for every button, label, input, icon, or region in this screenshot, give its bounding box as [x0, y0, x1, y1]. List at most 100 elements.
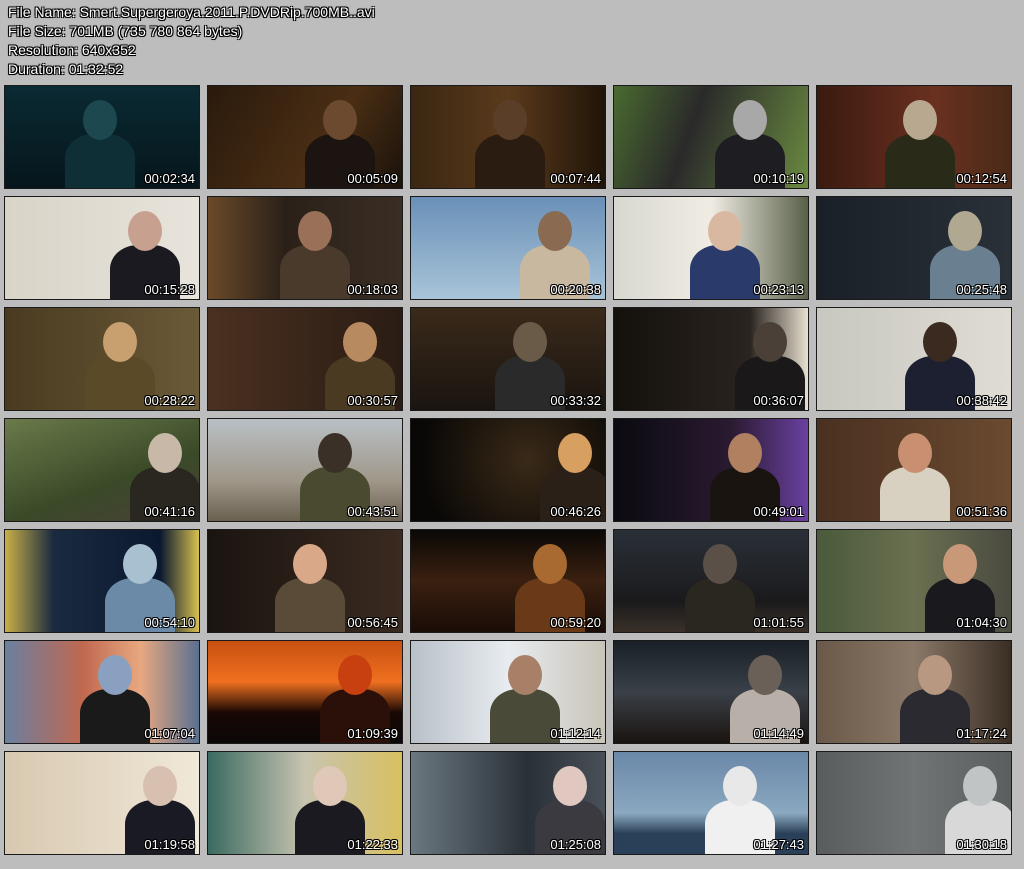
video-thumbnail: 01:22:33 [207, 751, 403, 855]
timestamp-label: 01:12:14 [550, 726, 601, 741]
thumbnail-head [128, 211, 162, 251]
timestamp-label: 00:28:22 [144, 393, 195, 408]
video-thumbnail: 01:12:14 [410, 640, 606, 744]
thumbnail-head [148, 433, 182, 473]
video-thumbnail: 01:30:18 [816, 751, 1012, 855]
thumbnail-head [753, 322, 787, 362]
thumbnail-head [343, 322, 377, 362]
timestamp-label: 01:22:33 [347, 837, 398, 852]
thumbnail-head [948, 211, 982, 251]
thumbnail-figure [685, 578, 755, 632]
video-thumbnail: 00:51:36 [816, 418, 1012, 522]
thumbnail-figure [280, 245, 350, 299]
timestamp-label: 00:18:03 [347, 282, 398, 297]
file-info-header: File Name: Smert.Supergeroya.2011.P.DVDR… [8, 3, 375, 79]
video-thumbnail: 00:18:03 [207, 196, 403, 300]
thumbnail-head [103, 322, 137, 362]
duration-label: Duration: 01:32:52 [8, 61, 124, 77]
video-thumbnail: 00:38:42 [816, 307, 1012, 411]
video-thumbnail: 00:30:57 [207, 307, 403, 411]
video-thumbnail: 01:27:43 [613, 751, 809, 855]
video-thumbnail: 00:23:13 [613, 196, 809, 300]
timestamp-label: 00:12:54 [956, 171, 1007, 186]
thumbnail-head [708, 211, 742, 251]
timestamp-label: 00:20:38 [550, 282, 601, 297]
timestamp-label: 01:19:58 [144, 837, 195, 852]
video-thumbnail: 00:59:20 [410, 529, 606, 633]
thumbnail-head [123, 544, 157, 584]
thumbnail-figure [885, 134, 955, 188]
timestamp-label: 00:54:10 [144, 615, 195, 630]
video-thumbnail: 01:17:24 [816, 640, 1012, 744]
thumbnail-figure [880, 467, 950, 521]
timestamp-label: 00:25:48 [956, 282, 1007, 297]
video-thumbnail: 00:33:32 [410, 307, 606, 411]
timestamp-label: 01:17:24 [956, 726, 1007, 741]
thumbnail-head [728, 433, 762, 473]
timestamp-label: 00:38:42 [956, 393, 1007, 408]
video-thumbnail: 00:20:38 [410, 196, 606, 300]
thumbnail-head [558, 433, 592, 473]
timestamp-label: 00:02:34 [144, 171, 195, 186]
thumbnail-grid: 00:02:34 00:05:09 00:07:44 00:10:19 00:12:54… [4, 85, 1016, 860]
timestamp-label: 01:25:08 [550, 837, 601, 852]
timestamp-label: 00:15:28 [144, 282, 195, 297]
thumbnail-head [533, 544, 567, 584]
resolution-label: Resolution: 640x352 [8, 42, 136, 58]
thumbnail-head [923, 322, 957, 362]
timestamp-label: 00:49:01 [753, 504, 804, 519]
video-thumbnail: 01:07:04 [4, 640, 200, 744]
video-thumbnail: 01:14:49 [613, 640, 809, 744]
timestamp-label: 00:30:57 [347, 393, 398, 408]
thumbnail-head [898, 433, 932, 473]
timestamp-label: 00:36:07 [753, 393, 804, 408]
video-thumbnail: 00:56:45 [207, 529, 403, 633]
thumbnail-figure [65, 134, 135, 188]
timestamp-label: 01:27:43 [753, 837, 804, 852]
thumbnail-head [943, 544, 977, 584]
video-thumbnail: 00:02:34 [4, 85, 200, 189]
video-thumbnail: 01:04:30 [816, 529, 1012, 633]
thumbnail-head [723, 766, 757, 806]
timestamp-label: 00:10:19 [753, 171, 804, 186]
thumbnail-head [98, 655, 132, 695]
thumbnail-figure [275, 578, 345, 632]
video-thumbnail: 01:09:39 [207, 640, 403, 744]
video-thumbnail: 00:25:48 [816, 196, 1012, 300]
thumbnail-figure [690, 245, 760, 299]
thumbnail-head [918, 655, 952, 695]
video-thumbnail: 01:19:58 [4, 751, 200, 855]
thumbnail-figure [475, 134, 545, 188]
thumbnail-head [703, 544, 737, 584]
thumbnail-head [553, 766, 587, 806]
timestamp-label: 00:33:32 [550, 393, 601, 408]
timestamp-label: 01:14:49 [753, 726, 804, 741]
video-thumbnail: 00:46:26 [410, 418, 606, 522]
thumbnail-head [493, 100, 527, 140]
timestamp-label: 00:56:45 [347, 615, 398, 630]
timestamp-label: 01:04:30 [956, 615, 1007, 630]
video-thumbnail: 01:01:55 [613, 529, 809, 633]
timestamp-label: 00:51:36 [956, 504, 1007, 519]
video-thumbnail: 00:15:28 [4, 196, 200, 300]
thumbnail-head [513, 322, 547, 362]
thumbnail-figure [80, 689, 150, 743]
timestamp-label: 00:41:16 [144, 504, 195, 519]
thumbnail-head [293, 544, 327, 584]
thumbnail-head [733, 100, 767, 140]
file-size-label: File Size: 701MB (735 780 864 bytes) [8, 23, 243, 39]
thumbnail-head [963, 766, 997, 806]
timestamp-label: 00:07:44 [550, 171, 601, 186]
video-thumbnail: 00:28:22 [4, 307, 200, 411]
video-thumbnail: 00:43:51 [207, 418, 403, 522]
timestamp-label: 00:46:26 [550, 504, 601, 519]
timestamp-label: 01:01:55 [753, 615, 804, 630]
video-thumbnail: 00:05:09 [207, 85, 403, 189]
thumbnail-head [298, 211, 332, 251]
timestamp-label: 01:09:39 [347, 726, 398, 741]
timestamp-label: 01:07:04 [144, 726, 195, 741]
thumbnail-head [338, 655, 372, 695]
thumbnail-head [143, 766, 177, 806]
file-name-label: File Name: Smert.Supergeroya.2011.P.DVDR… [8, 4, 375, 20]
thumbnail-head [83, 100, 117, 140]
